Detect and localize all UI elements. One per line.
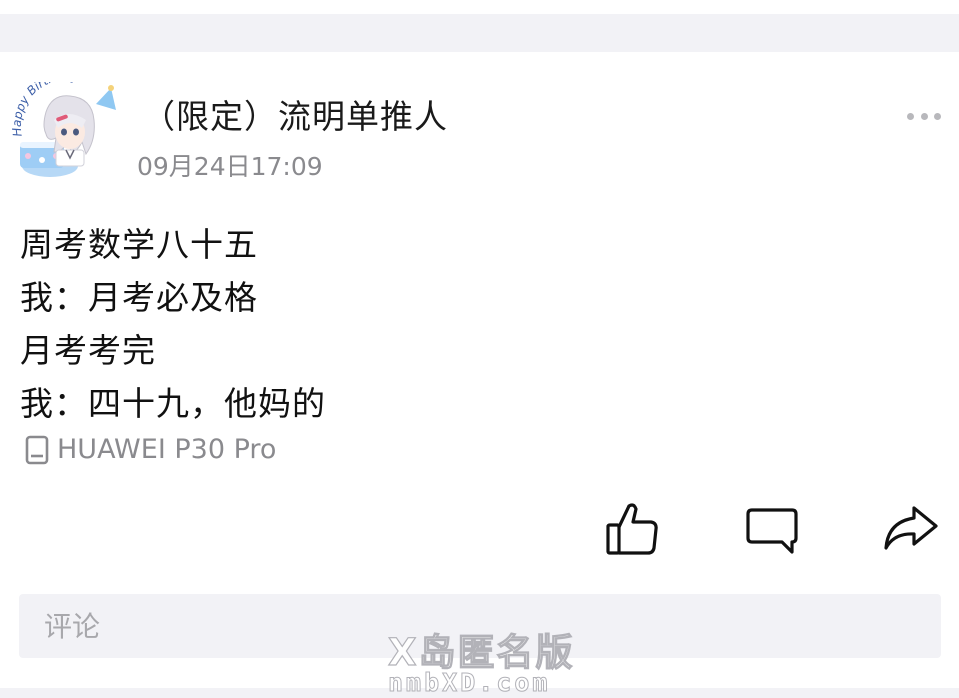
post-text-line: 周考数学八十五 [20, 225, 258, 264]
device-info: HUAWEI P30 Pro [24, 434, 276, 465]
phone-icon [25, 435, 49, 464]
more-dots-icon [907, 112, 914, 120]
avatar[interactable]: Happy Birthday [10, 69, 118, 182]
comment-button[interactable] [742, 498, 802, 558]
device-name: HUAWEI P30 Pro [57, 434, 277, 465]
watermark-site: nmbXD.com [387, 668, 551, 698]
post-timestamp: 09月24日17:09 [137, 152, 323, 181]
comment-bubble-icon [746, 508, 798, 554]
more-options-button[interactable] [903, 104, 945, 128]
author-name[interactable]: （限定）流明单推人 [142, 90, 448, 138]
share-arrow-icon [884, 506, 938, 550]
post-text-line: 我：月考必及格 [20, 278, 258, 317]
post-text-line: 我：四十九，他妈的 [20, 384, 326, 423]
more-dots-icon [934, 112, 941, 120]
like-button[interactable] [603, 498, 663, 558]
post-content: 周考数学八十五 我：月考必及格 月考考完 我：四十九，他妈的 [20, 218, 326, 430]
more-dots-icon [920, 112, 928, 120]
top-bar [0, 0, 959, 14]
post-card: Happy Birthday （限定）流明单推人 09月24日17:09 周考数… [0, 52, 959, 688]
share-button[interactable] [880, 498, 940, 558]
post-text-line: 月考考完 [20, 331, 156, 370]
thumbs-up-icon [606, 503, 658, 555]
